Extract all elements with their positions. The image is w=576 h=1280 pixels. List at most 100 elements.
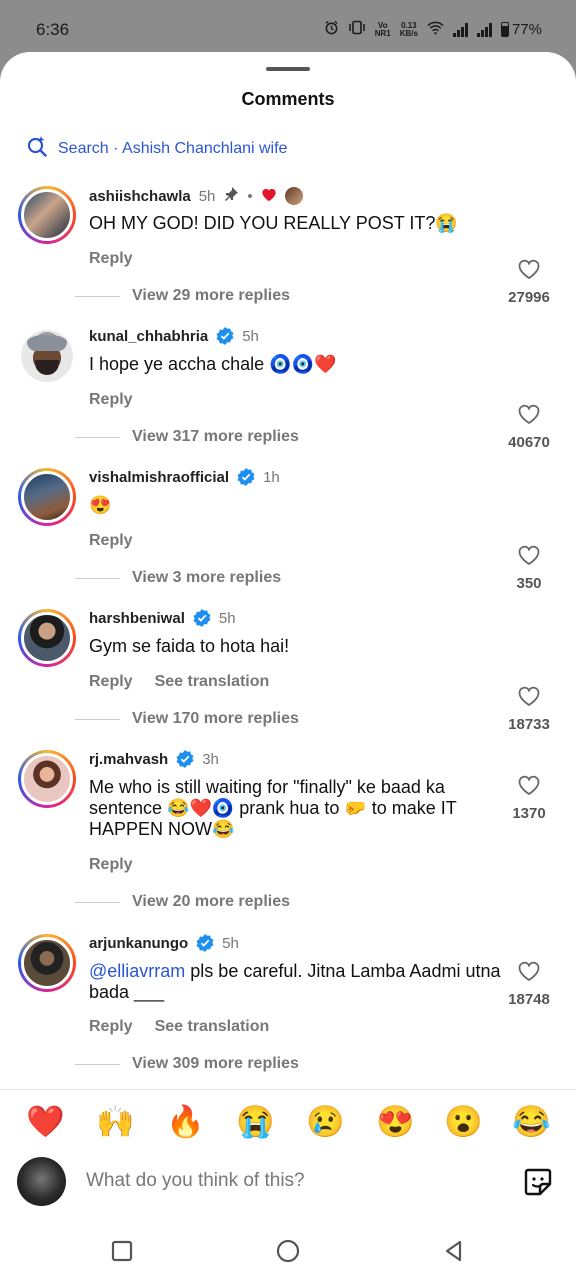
home-icon[interactable] [275, 1238, 301, 1264]
view-replies-label: View 170 more replies [132, 710, 299, 727]
sheet-title: Comments [241, 89, 335, 109]
view-replies-label: View 317 more replies [132, 428, 299, 445]
reply-button[interactable]: Reply [89, 856, 133, 874]
divider-line [75, 436, 120, 438]
comment-text: OH MY GOD! DID YOU REALLY POST IT?😭 [89, 213, 458, 233]
like-count: 350 [516, 575, 542, 592]
verified-badge-icon [193, 609, 211, 627]
avatar[interactable] [18, 468, 76, 526]
like-button[interactable]: 18733 [494, 685, 564, 733]
see-translation-button[interactable]: See translation [155, 1018, 270, 1036]
separator-dot: • [247, 187, 253, 205]
avatar[interactable] [21, 330, 73, 382]
see-translation-button[interactable]: See translation [155, 673, 270, 691]
like-button[interactable]: 1370 [494, 774, 564, 822]
emoji-reaction-bar: ❤️ 🙌 🔥 😭 😢 😍 😮 😂 [0, 1089, 576, 1159]
vibrate-icon [348, 20, 366, 39]
divider-line [75, 901, 120, 903]
emoji-crying[interactable]: 😢 [306, 1104, 345, 1140]
comment-text: 😍 [89, 495, 112, 515]
view-replies-button[interactable]: View 3 more replies [75, 569, 281, 587]
system-navigation-bar [0, 1222, 576, 1280]
mention-link[interactable]: @elliavrram [89, 961, 185, 981]
comment-time: 5h [218, 609, 236, 627]
reply-button[interactable]: Reply [89, 1018, 133, 1036]
alarm-icon [324, 20, 339, 39]
comment-username[interactable]: kunal_chhabhria [89, 328, 208, 345]
like-count: 18748 [508, 991, 550, 1008]
search-suggestion[interactable]: Search · Ashish Chanchlani wife [26, 135, 287, 162]
comment-time: 5h [198, 187, 216, 205]
view-replies-label: View 3 more replies [132, 569, 282, 586]
comment-input[interactable]: What do you think of this? [86, 1170, 305, 1192]
view-replies-label: View 20 more replies [132, 893, 291, 910]
comment-username[interactable]: harshbeniwal [89, 610, 185, 627]
heart-outline-icon [518, 961, 540, 982]
emoji-surprised[interactable]: 😮 [444, 1104, 483, 1140]
divider-line [75, 1063, 120, 1065]
verified-badge-icon [216, 327, 234, 345]
like-count: 18733 [508, 716, 550, 733]
comment-input-row: What do you think of this? [0, 1152, 576, 1212]
view-replies-label: View 29 more replies [132, 287, 291, 304]
verified-badge-icon [237, 468, 255, 486]
avatar[interactable] [18, 186, 76, 244]
search-suggestion-text: Search · Ashish Chanchlani wife [58, 139, 288, 157]
emoji-heart-eyes[interactable]: 😍 [376, 1104, 415, 1140]
reply-button[interactable]: Reply [89, 532, 133, 550]
search-sparkle-icon [26, 135, 48, 162]
comment-text: I hope ye accha chale 🧿🧿❤️ [89, 354, 337, 374]
comment-username[interactable]: arjunkanungo [89, 935, 188, 952]
view-replies-button[interactable]: View 170 more replies [75, 710, 299, 728]
avatar[interactable] [18, 609, 76, 667]
like-button[interactable]: 27996 [494, 258, 564, 306]
divider-line [75, 718, 120, 720]
view-replies-button[interactable]: View 317 more replies [75, 428, 299, 446]
network-speed: 0.13 KB/s [399, 20, 418, 38]
heart-outline-icon [518, 404, 540, 425]
drag-handle[interactable] [266, 67, 310, 71]
sticker-icon[interactable] [522, 1166, 554, 1198]
divider-line [75, 295, 120, 297]
heart-outline-icon [518, 775, 540, 796]
emoji-laughing[interactable]: 😂 [512, 1104, 551, 1140]
reply-button[interactable]: Reply [89, 391, 133, 409]
heart-outline-icon [518, 686, 540, 707]
signal-icon-2 [476, 22, 492, 37]
comment-time: 3h [202, 750, 219, 768]
back-icon[interactable] [441, 1238, 467, 1264]
heart-outline-icon [518, 259, 540, 280]
like-count: 27996 [508, 289, 550, 306]
battery-indicator: 77% [500, 21, 542, 38]
like-count: 40670 [508, 434, 550, 451]
comment-username[interactable]: ashiishchawla [89, 188, 191, 205]
pin-icon [223, 186, 239, 206]
emoji-fire[interactable]: 🔥 [166, 1104, 205, 1140]
emoji-heart[interactable]: ❤️ [26, 1104, 65, 1140]
view-replies-button[interactable]: View 29 more replies [75, 287, 290, 305]
comment-username[interactable]: rj.mahvash [89, 751, 168, 768]
comment-time: 5h [242, 327, 259, 345]
comment-username[interactable]: vishalmishraofficial [89, 469, 229, 486]
reply-button[interactable]: Reply [89, 673, 133, 691]
view-replies-button[interactable]: View 309 more replies [75, 1055, 299, 1073]
battery-level: 77% [511, 21, 542, 38]
verified-badge-icon [176, 750, 194, 768]
creator-avatar-mini [284, 187, 303, 205]
divider-line [75, 577, 120, 579]
comment-time: 1h [263, 468, 280, 486]
like-button[interactable]: 350 [494, 544, 564, 592]
reply-button[interactable]: Reply [89, 250, 133, 268]
like-button[interactable]: 18748 [494, 960, 564, 1008]
status-time: 6:36 [36, 20, 70, 39]
battery-icon [500, 22, 509, 37]
emoji-raised-hands[interactable]: 🙌 [96, 1104, 135, 1140]
emoji-loudly-crying[interactable]: 😭 [236, 1104, 275, 1140]
view-replies-label: View 309 more replies [132, 1055, 299, 1072]
view-replies-button[interactable]: View 20 more replies [75, 893, 290, 911]
like-button[interactable]: 40670 [494, 403, 564, 451]
status-icons: Vo NR1 0.13 KB/s 77% [324, 20, 542, 39]
recents-icon[interactable] [109, 1238, 135, 1264]
avatar[interactable] [18, 750, 76, 808]
avatar[interactable] [18, 934, 76, 992]
